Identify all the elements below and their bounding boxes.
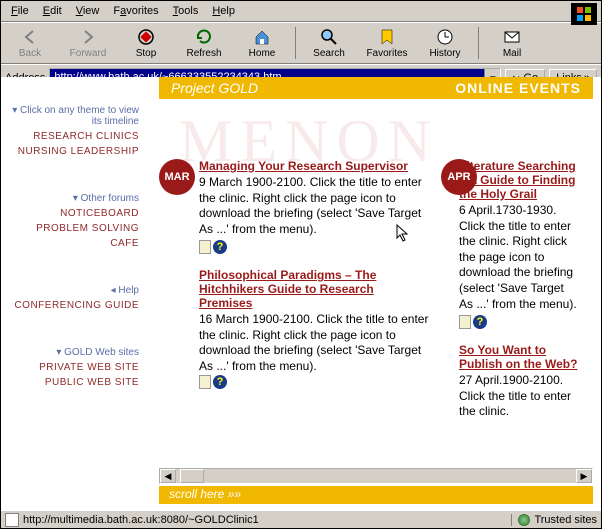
banner-right: ONLINE EVENTS xyxy=(455,80,581,96)
search-icon xyxy=(319,27,339,47)
menu-edit[interactable]: Edit xyxy=(37,3,68,19)
stop-icon xyxy=(136,27,156,47)
main-panel: Project GOLD ONLINE EVENTS MENON MAR APR… xyxy=(159,77,593,486)
help-icon[interactable]: ? xyxy=(213,240,227,254)
home-icon xyxy=(252,27,272,47)
document-icon[interactable] xyxy=(199,240,211,254)
banner: Project GOLD ONLINE EVENTS xyxy=(159,77,593,99)
scroll-track[interactable] xyxy=(176,469,576,483)
page-icon xyxy=(5,513,19,527)
events-column-apr: Literature Searching – A Guide to Findin… xyxy=(459,159,579,434)
sidebar-group-themes: ▾ Click on any theme to view its timelin… xyxy=(1,105,139,127)
horizontal-scrollbar[interactable]: ◀ ▶ xyxy=(159,468,593,484)
scroll-hint-banner: scroll here »» xyxy=(159,486,593,504)
banner-left: Project GOLD xyxy=(171,80,258,96)
sidebar-private-web[interactable]: PRIVATE WEB SITE xyxy=(1,362,139,373)
history-icon xyxy=(435,27,455,47)
event-title-link[interactable]: Literature Searching – A Guide to Findin… xyxy=(459,159,579,201)
status-bar: http://multimedia.bath.ac.uk:8080/~GOLDC… xyxy=(1,510,601,528)
event-item: So You Want to Publish on the Web? 27 Ap… xyxy=(459,343,579,420)
sidebar-conferencing-guide[interactable]: CONFERENCING GUIDE xyxy=(1,300,139,311)
favorites-button[interactable]: Favorites xyxy=(362,25,412,61)
sidebar-research-clinics[interactable]: RESEARCH CLINICS xyxy=(1,131,139,142)
event-desc: 6 April.1730-1930. Click the title to en… xyxy=(459,203,579,312)
search-button[interactable]: Search xyxy=(304,25,354,61)
home-button[interactable]: Home xyxy=(237,25,287,61)
event-desc: 9 March 1900-2100. Click the title to en… xyxy=(199,175,429,237)
menu-help[interactable]: Help xyxy=(206,3,241,19)
menu-view[interactable]: View xyxy=(70,3,106,19)
sidebar-problem-solving[interactable]: PROBLEM SOLVING xyxy=(1,223,139,234)
events-column-mar: Managing Your Research Supervisor 9 Marc… xyxy=(199,159,429,434)
menu-tools[interactable]: Tools xyxy=(167,3,205,19)
status-zone: Trusted sites xyxy=(534,514,597,526)
event-desc: 27 April.1900-2100. Click the title to e… xyxy=(459,373,579,420)
menu-favorites[interactable]: Favorites xyxy=(107,3,164,19)
sidebar-group-forums: ▾ Other forums xyxy=(1,193,139,204)
sidebar-public-web[interactable]: PUBLIC WEB SITE xyxy=(1,377,139,388)
event-item: Managing Your Research Supervisor 9 Marc… xyxy=(199,159,429,254)
sidebar-cafe[interactable]: CAFE xyxy=(1,238,139,249)
sidebar-group-gold: ▾ GOLD Web sites xyxy=(1,347,139,358)
ie-logo xyxy=(571,3,597,25)
stop-button[interactable]: Stop xyxy=(121,25,171,61)
refresh-button[interactable]: Refresh xyxy=(179,25,229,61)
back-icon xyxy=(20,27,40,47)
month-badge-apr: APR xyxy=(441,159,477,195)
forward-button[interactable]: Forward xyxy=(63,25,113,61)
refresh-icon xyxy=(194,27,214,47)
events-timeline: MAR APR Managing Your Research Superviso… xyxy=(159,99,593,444)
history-button[interactable]: History xyxy=(420,25,470,61)
sidebar-group-help: ◂ Help xyxy=(1,285,139,296)
document-icon[interactable] xyxy=(199,375,211,389)
sidebar-nursing-leadership[interactable]: NURSING LEADERSHIP xyxy=(1,146,139,157)
sidebar-noticeboard[interactable]: NOTICEBOARD xyxy=(1,208,139,219)
zone-icon xyxy=(518,514,530,526)
event-item: Literature Searching – A Guide to Findin… xyxy=(459,159,579,329)
forward-icon xyxy=(78,27,98,47)
month-badge-mar: MAR xyxy=(159,159,195,195)
scroll-thumb[interactable] xyxy=(180,469,204,483)
event-title-link[interactable]: So You Want to Publish on the Web? xyxy=(459,343,579,371)
menu-bar: File Edit View Favorites Tools Help xyxy=(1,1,601,22)
menu-file[interactable]: File xyxy=(5,3,35,19)
content-area: ▾ Click on any theme to view its timelin… xyxy=(1,77,601,510)
status-url: http://multimedia.bath.ac.uk:8080/~GOLDC… xyxy=(23,514,259,526)
mail-button[interactable]: Mail xyxy=(487,25,537,61)
sidebar: ▾ Click on any theme to view its timelin… xyxy=(1,77,151,392)
scroll-left-arrow[interactable]: ◀ xyxy=(160,469,176,483)
favorites-icon xyxy=(377,27,397,47)
event-item: Philosophical Paradigms – The Hitchhiker… xyxy=(199,268,429,389)
scroll-right-arrow[interactable]: ▶ xyxy=(576,469,592,483)
toolbar: Back Forward Stop Refresh Home Search Fa… xyxy=(1,22,601,64)
mail-icon xyxy=(502,27,522,47)
event-title-link[interactable]: Managing Your Research Supervisor xyxy=(199,159,429,173)
help-icon[interactable]: ? xyxy=(473,315,487,329)
back-button[interactable]: Back xyxy=(5,25,55,61)
document-icon[interactable] xyxy=(459,315,471,329)
event-desc: 16 March 1900-2100. Click the title to e… xyxy=(199,312,429,374)
event-title-link[interactable]: Philosophical Paradigms – The Hitchhiker… xyxy=(199,268,429,310)
help-icon[interactable]: ? xyxy=(213,375,227,389)
